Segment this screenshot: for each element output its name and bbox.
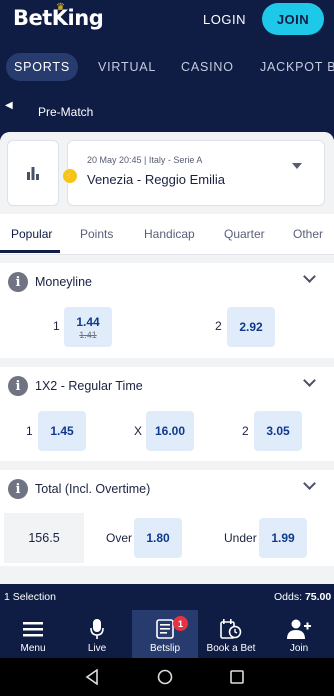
chevron-down-icon[interactable] <box>303 374 316 387</box>
odd-button-draw[interactable]: 16.00 <box>146 411 194 451</box>
total-line: 156.5 <box>4 513 84 563</box>
book-bet-icon <box>220 618 242 640</box>
tab-other[interactable]: Other <box>293 227 323 241</box>
stats-button[interactable] <box>7 140 59 206</box>
odd-value: 1.80 <box>146 531 170 545</box>
market-1x2: i 1X2 - Regular Time 1 1.45 X 16.00 2 3.… <box>0 367 334 461</box>
android-system-bar <box>0 658 334 696</box>
bottom-nav-live[interactable]: Live <box>64 610 130 658</box>
sports-nav: SPORTS VIRTUAL CASINO JACKPOT BE <box>0 45 334 87</box>
total-odds: Odds: 75.00 <box>274 591 331 603</box>
bottom-nav-label: Join <box>289 643 309 654</box>
bottom-nav-label: Betslip <box>149 643 180 654</box>
microphone-icon <box>90 618 104 640</box>
selection-label: Under <box>224 531 257 545</box>
nav-tab-jackpot[interactable]: JACKPOT BE <box>260 55 334 79</box>
info-icon[interactable]: i <box>8 479 28 499</box>
market-title: 1X2 - Regular Time <box>35 379 143 393</box>
market-total: i Total (Incl. Overtime) 156.5 Over 1.80… <box>0 470 334 566</box>
odd-value: 3.05 <box>266 424 290 438</box>
odd-value: 1.45 <box>50 424 74 438</box>
active-tab-indicator <box>0 250 60 253</box>
bottom-nav-book-a-bet[interactable]: Book a Bet <box>198 610 264 658</box>
main-content: 20 May 20:45 | Italy - Serie A Venezia -… <box>0 132 334 584</box>
bar-chart-icon <box>27 167 39 180</box>
odds-label: Odds: <box>274 591 303 603</box>
match-meta: 20 May 20:45 | Italy - Serie A <box>87 155 203 165</box>
betslip-summary-bar[interactable]: 1 Selection Odds: 75.00 <box>0 588 334 608</box>
odd-value: 1.44 <box>76 314 100 329</box>
android-home-icon[interactable] <box>157 669 173 685</box>
nav-tab-casino[interactable]: CASINO <box>181 55 234 79</box>
match-panel: 20 May 20:45 | Italy - Serie A Venezia -… <box>0 132 334 212</box>
market-moneyline: i Moneyline 1 1.44 1.41 2 2.92 <box>0 263 334 358</box>
odd-value: 1.99 <box>271 531 295 545</box>
selection-label: 1 <box>26 424 33 438</box>
odd-button-away[interactable]: 2.92 <box>227 307 275 347</box>
bottom-nav-join[interactable]: Join <box>266 610 332 658</box>
chevron-down-icon[interactable] <box>303 477 316 490</box>
chevron-down-icon[interactable] <box>303 270 316 283</box>
selection-label: 2 <box>242 424 249 438</box>
android-recents-icon[interactable] <box>230 670 244 684</box>
bottom-navigation: Menu Live Betslip Book a Bet Join <box>0 610 334 658</box>
market-tabs: Popular Points Handicap Quarter Other <box>0 214 334 255</box>
market-header[interactable]: i Total (Incl. Overtime) <box>0 470 334 508</box>
market-header[interactable]: i 1X2 - Regular Time <box>0 367 334 405</box>
bottom-nav-betslip[interactable]: Betslip <box>132 610 198 658</box>
selection-label: Over <box>106 531 133 545</box>
android-back-icon[interactable] <box>85 669 99 685</box>
prematch-bar: ◀ Pre-Match <box>0 92 334 132</box>
odd-button-home[interactable]: 1.44 1.41 <box>64 307 112 347</box>
nav-tab-sports[interactable]: SPORTS <box>6 53 78 81</box>
odd-button-under[interactable]: 1.99 <box>259 518 307 558</box>
odd-button-away[interactable]: 3.05 <box>254 411 302 451</box>
bottom-nav-label: Live <box>87 643 107 654</box>
match-name: Venezia - Reggio Emilia <box>87 172 226 187</box>
join-button[interactable]: JOIN <box>262 3 324 35</box>
tab-quarter[interactable]: Quarter <box>224 227 265 241</box>
add-user-icon <box>287 618 311 640</box>
odd-button-home[interactable]: 1.45 <box>38 411 86 451</box>
chevron-down-icon <box>292 163 302 169</box>
market-title: Moneyline <box>35 275 92 289</box>
tab-popular[interactable]: Popular <box>11 227 52 241</box>
match-selector[interactable]: 20 May 20:45 | Italy - Serie A Venezia -… <box>67 140 325 206</box>
betking-logo[interactable]: BetKing ♛ <box>13 2 104 36</box>
bottom-nav-menu[interactable]: Menu <box>0 610 66 658</box>
bottom-nav-label: Menu <box>20 643 46 654</box>
market-header[interactable]: i Moneyline <box>0 263 334 301</box>
betslip-count-badge: 1 <box>173 616 188 631</box>
odd-value: 16.00 <box>154 424 186 438</box>
login-button[interactable]: LOGIN <box>203 12 246 27</box>
selection-label: 1 <box>53 319 60 333</box>
info-icon[interactable]: i <box>8 376 28 396</box>
odd-button-over[interactable]: 1.80 <box>134 518 182 558</box>
odd-value: 2.92 <box>239 320 263 334</box>
tab-handicap[interactable]: Handicap <box>144 227 195 241</box>
prematch-label: Pre-Match <box>38 105 94 119</box>
previous-odd-value: 1.41 <box>79 329 97 340</box>
bottom-nav-label: Book a Bet <box>206 643 256 654</box>
selection-label: 2 <box>215 319 222 333</box>
top-header: BetKing ♛ LOGIN JOIN <box>0 0 334 43</box>
info-icon[interactable]: i <box>8 272 28 292</box>
market-title: Total (Incl. Overtime) <box>35 482 151 496</box>
back-arrow-icon[interactable]: ◀ <box>5 100 13 111</box>
boost-lightning-icon: ⚡ <box>63 169 77 183</box>
odds-value: 75.00 <box>304 591 332 603</box>
selection-label: X <box>134 424 143 438</box>
selection-count: 1 Selection <box>4 591 56 603</box>
betslip-icon <box>156 618 174 640</box>
crown-icon: ♛ <box>56 2 65 13</box>
tab-points[interactable]: Points <box>80 227 113 241</box>
menu-icon <box>23 618 43 640</box>
nav-tab-virtual[interactable]: VIRTUAL <box>98 55 156 79</box>
